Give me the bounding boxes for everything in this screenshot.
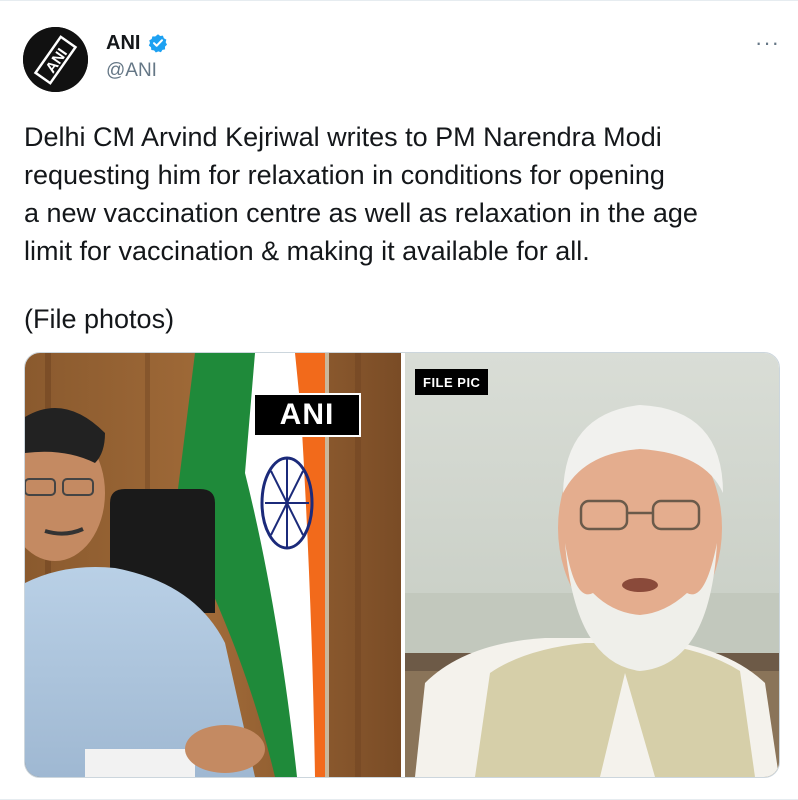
photo-note: (File photos) xyxy=(24,304,175,334)
photo-right-image xyxy=(405,353,779,777)
photo-left[interactable]: ANI xyxy=(25,353,401,777)
photo-right[interactable]: FILE PIC xyxy=(405,353,779,777)
ani-watermark-text: ANI xyxy=(279,398,335,431)
top-divider xyxy=(0,0,798,1)
more-icon[interactable]: ··· xyxy=(755,30,780,56)
account-name[interactable]: ANI xyxy=(106,32,140,55)
account-handle[interactable]: @ANI xyxy=(106,60,157,82)
file-pic-badge-text: FILE PIC xyxy=(423,374,481,390)
tweet-text: Delhi CM Arvind Kejriwal writes to PM Na… xyxy=(24,122,698,266)
verified-badge-icon xyxy=(148,34,167,53)
media-divider xyxy=(401,353,405,777)
avatar[interactable]: ANI xyxy=(23,27,88,92)
tweet-media[interactable]: ANI FILE PIC xyxy=(24,352,780,778)
file-pic-badge: FILE PIC xyxy=(415,369,489,395)
ani-logo: ANI xyxy=(23,27,88,92)
ani-watermark: ANI xyxy=(253,393,361,437)
